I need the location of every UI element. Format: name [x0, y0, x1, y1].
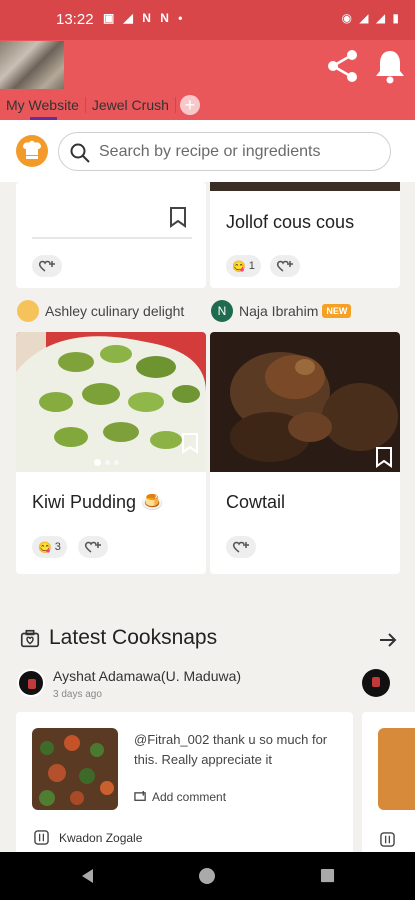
website-thumbnail[interactable]	[0, 41, 64, 89]
back-icon[interactable]	[80, 868, 96, 884]
recipe-title: Cowtail	[226, 492, 286, 512]
recipe-name: Kwadon Zogale	[59, 830, 143, 845]
recipe-photo	[16, 332, 206, 472]
divider	[32, 237, 192, 239]
recipe-card-top-left[interactable]	[16, 182, 206, 288]
reaction-button[interactable]	[226, 536, 256, 558]
heart-plus-icon	[84, 541, 101, 553]
heart-plus-icon	[38, 260, 55, 272]
cooksnap-photo	[32, 728, 118, 810]
carousel-dot	[114, 460, 119, 465]
laugh-emoji-icon: 😋	[38, 541, 52, 554]
avatar	[17, 300, 39, 322]
carousel-dot-active	[94, 459, 101, 466]
search-icon	[70, 143, 90, 163]
avatar-accent	[28, 679, 36, 689]
bookmark-icon[interactable]	[168, 206, 188, 228]
recipe-title: Kiwi Pudding 🍮	[32, 492, 164, 512]
app-header: My Website Jewel Crush +	[0, 40, 415, 120]
add-tab-button[interactable]: +	[179, 95, 200, 115]
search-bar-row	[0, 120, 415, 182]
add-comment-button[interactable]: Add comment	[134, 790, 226, 804]
status-bar: 13:22 ▣ ◢ N N • ◉ ◢ ◢ ▮	[0, 0, 415, 40]
notification-icons: ▣ ◢ N N •	[103, 11, 186, 25]
tab-my-website[interactable]: My Website	[0, 90, 85, 120]
recipe-card-top-right[interactable]: Jollof cous cous 😋 1	[210, 182, 400, 288]
search-input[interactable]	[99, 139, 379, 165]
tab-jewel-crush[interactable]: Jewel Crush	[86, 90, 175, 120]
carousel-dots	[94, 459, 119, 466]
recipe-book-icon	[380, 832, 395, 847]
avatar[interactable]	[362, 669, 390, 697]
arrow-right-icon[interactable]	[378, 630, 398, 650]
cooksnap-photo	[378, 728, 415, 810]
recipe-title: Jollof cous cous	[226, 212, 355, 232]
cooksnap-card-next[interactable]	[362, 712, 415, 857]
chef-hat-icon[interactable]	[16, 135, 48, 167]
avatar-initial: N	[217, 304, 227, 318]
add-comment-label: Add comment	[152, 790, 227, 804]
status-time: 13:22	[56, 11, 94, 28]
reaction-count-value: 3	[54, 541, 61, 553]
browser-tabs: My Website Jewel Crush +	[0, 90, 200, 120]
cooksnap-recipe-link[interactable]: Kwadon Zogale	[34, 830, 142, 845]
carousel-dot	[105, 460, 110, 465]
cooksnap-comment: @Fitrah_002 thank u so much for this. Re…	[134, 732, 328, 767]
system-icons: ◉ ◢ ◢ ▮	[341, 11, 401, 25]
reaction-button[interactable]	[78, 536, 108, 558]
recipe-photo	[210, 332, 400, 472]
avatar	[17, 669, 45, 697]
cooksnap-username: Ayshat Adamawa(U. Maduwa)	[53, 668, 242, 684]
recipe-card-cowtail[interactable]: Cowtail	[210, 332, 400, 574]
recipe-book-icon	[34, 830, 49, 845]
tab-divider	[174, 97, 176, 113]
new-badge: NEW	[322, 304, 352, 318]
author-ashley[interactable]: Ashley culinary delight	[17, 300, 184, 322]
reaction-button[interactable]	[270, 255, 300, 277]
recipe-photo	[210, 182, 400, 191]
bell-icon[interactable]	[372, 46, 408, 86]
cooksnap-time: 3 days ago	[53, 689, 102, 700]
share-icon[interactable]	[323, 46, 363, 86]
heart-plus-icon	[276, 260, 293, 272]
recipe-card-kiwi-pudding[interactable]: Kiwi Pudding 🍮 😋 3	[16, 332, 206, 574]
section-title: Latest Cooksnaps	[49, 626, 218, 649]
reaction-count[interactable]: 😋 3	[32, 536, 67, 558]
reaction-button[interactable]	[32, 255, 62, 277]
system-nav-bar	[0, 852, 415, 900]
home-icon[interactable]	[197, 866, 217, 886]
search-field[interactable]	[58, 132, 391, 171]
heart-plus-icon	[232, 541, 249, 553]
recents-icon[interactable]	[320, 868, 335, 883]
bookmark-icon[interactable]	[180, 432, 200, 454]
cooksnap-card[interactable]: @Fitrah_002 thank u so much for this. Re…	[16, 712, 353, 857]
avatar: N	[211, 300, 233, 322]
cooksnap-camera-icon	[20, 629, 40, 648]
author-name: Naja Ibrahim	[239, 303, 319, 319]
avatar-accent	[372, 677, 380, 687]
reaction-count-value: 1	[248, 260, 255, 272]
comment-icon	[134, 790, 146, 801]
author-name: Ashley culinary delight	[45, 303, 185, 319]
bookmark-icon[interactable]	[374, 446, 394, 468]
laugh-emoji-icon: 😋	[232, 260, 246, 273]
author-naja[interactable]: N Naja Ibrahim NEW	[211, 300, 352, 322]
reaction-count[interactable]: 😋 1	[226, 255, 261, 277]
